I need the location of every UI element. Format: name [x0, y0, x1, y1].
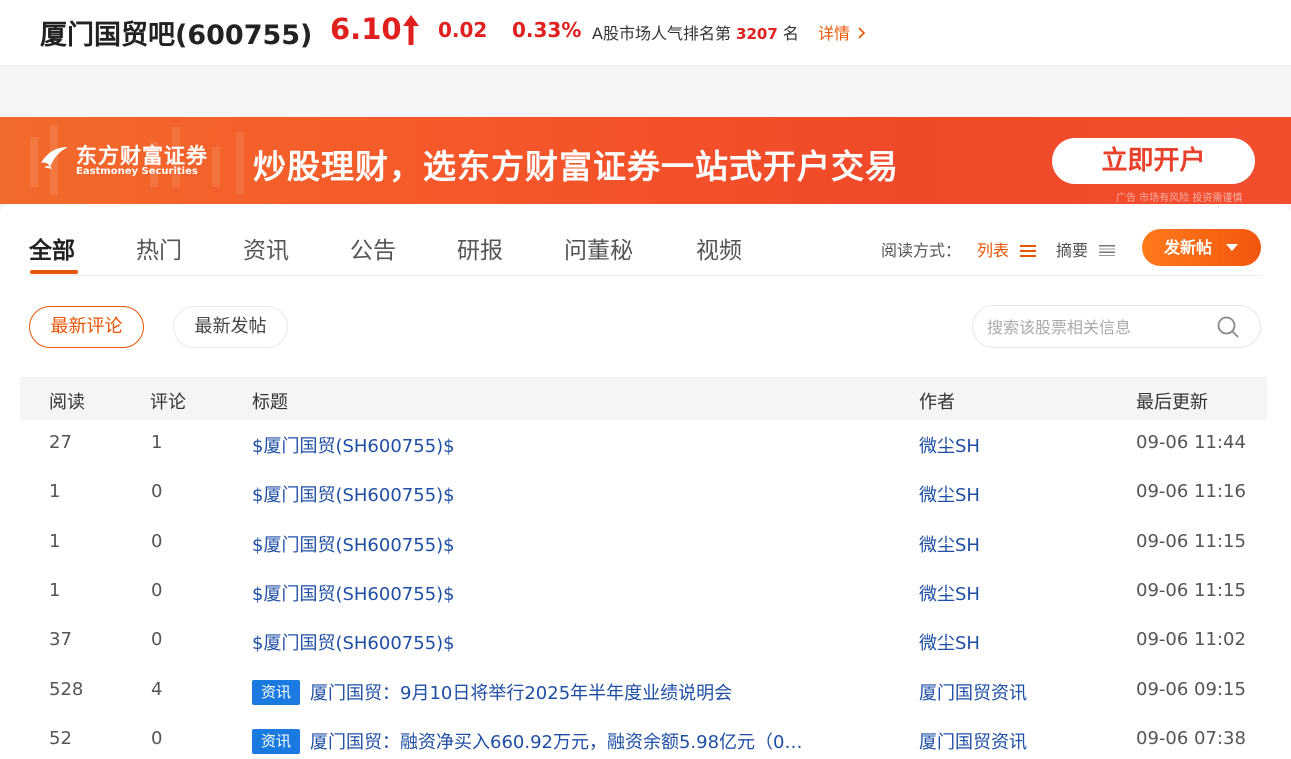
table-header: [20, 377, 1267, 420]
price-change-percent: 0.33%: [512, 18, 582, 42]
read-mode-list-label: 列表: [977, 241, 1010, 260]
popularity-rank: A股市场人气排名第 3207 名: [592, 20, 799, 44]
column-header-comments: 评论: [150, 392, 186, 413]
column-header-title: 标题: [252, 392, 288, 413]
cell-reads: 27: [49, 432, 72, 453]
rank-suffix: 名: [782, 24, 799, 43]
price-change: 0.02: [438, 18, 488, 42]
cell-author-link[interactable]: 微尘SH: [919, 432, 980, 458]
stock-search-box: [972, 305, 1261, 348]
cell-comments: 1: [151, 432, 163, 453]
post-title-link[interactable]: $厦门国贸(SH600755)$: [252, 481, 455, 507]
news-tag-badge: 资讯: [252, 729, 300, 754]
post-title-link[interactable]: $厦门国贸(SH600755)$: [252, 432, 455, 458]
tab-research[interactable]: 研报: [457, 231, 503, 265]
cell-comments: 0: [151, 728, 163, 749]
cell-author-link[interactable]: 厦门国贸资讯: [919, 728, 1027, 754]
cell-author-link[interactable]: 厦门国贸资讯: [919, 679, 1027, 705]
ad-disclaimer: 广告 市场有风险 投资需谨慎: [1116, 193, 1243, 204]
column-header-updated: 最后更新: [1136, 392, 1208, 413]
post-title-text: 厦门国贸：9月10日将举行2025年半年度业绩说明会: [310, 683, 733, 704]
cell-updated-time: 09-06 11:15: [1136, 531, 1246, 552]
list-icon: [1020, 245, 1037, 257]
open-account-button[interactable]: 立即开户: [1052, 138, 1255, 184]
read-mode-label: 阅读方式：: [881, 241, 962, 260]
cell-author-link[interactable]: 微尘SH: [919, 531, 980, 557]
cell-reads: 37: [49, 629, 72, 650]
chevron-right-icon: [858, 27, 866, 39]
filter-latest-post[interactable]: 最新发帖: [173, 306, 288, 348]
cell-updated-time: 09-06 11:15: [1136, 580, 1246, 601]
cell-reads: 528: [49, 679, 84, 700]
new-post-label: 发新帖: [1164, 238, 1213, 257]
cell-comments: 4: [151, 679, 163, 700]
post-title-text: $厦门国贸(SH600755)$: [252, 633, 455, 654]
post-title-link[interactable]: $厦门国贸(SH600755)$: [252, 531, 455, 557]
rank-value: 3207: [736, 25, 778, 43]
post-title-text: $厦门国贸(SH600755)$: [252, 535, 455, 556]
summary-icon: [1099, 245, 1116, 256]
logo-name-en: Eastmoney Securities: [76, 166, 198, 177]
post-title-link[interactable]: 资讯 厦门国贸：融资净买入660.92万元，融资余额5.98亿元（0…: [252, 728, 803, 754]
cell-reads: 1: [49, 531, 61, 552]
ad-slogan: 炒股理财，选东方财富证券一站式开户交易: [253, 147, 899, 186]
cell-updated-time: 09-06 07:38: [1136, 728, 1246, 749]
active-tab-indicator: [30, 270, 78, 274]
detail-link-label: 详情: [818, 24, 851, 43]
table-row: [20, 519, 1267, 568]
news-tag-badge: 资讯: [252, 680, 300, 705]
cell-comments: 0: [151, 580, 163, 601]
caret-down-icon: [1226, 244, 1238, 251]
cell-author-link[interactable]: 微尘SH: [919, 629, 980, 655]
rank-detail-link[interactable]: 详情: [818, 20, 866, 44]
rank-prefix: A股市场人气排名第: [592, 24, 731, 43]
read-mode-summary-button[interactable]: 摘要: [1056, 237, 1116, 261]
tab-announcements[interactable]: 公告: [350, 231, 396, 265]
cell-updated-time: 09-06 11:44: [1136, 432, 1246, 453]
cell-updated-time: 09-06 11:16: [1136, 481, 1246, 502]
table-row: [20, 469, 1267, 518]
cell-comments: 0: [151, 531, 163, 552]
read-mode-list-button[interactable]: 列表: [977, 237, 1037, 261]
post-title-link[interactable]: 资讯 厦门国贸：9月10日将举行2025年半年度业绩说明会: [252, 679, 732, 705]
cell-updated-time: 09-06 09:15: [1136, 679, 1246, 700]
stock-price: 6.10: [330, 12, 402, 46]
eastmoney-logo-icon: [41, 147, 68, 169]
tab-news[interactable]: 资讯: [243, 231, 289, 265]
search-icon[interactable]: [1216, 315, 1240, 339]
post-title-text: 厦门国贸：融资净买入660.92万元，融资余额5.98亿元（0…: [310, 732, 803, 753]
tab-video[interactable]: 视频: [696, 231, 742, 265]
post-title-text: $厦门国贸(SH600755)$: [252, 584, 455, 605]
post-title-text: $厦门国贸(SH600755)$: [252, 485, 455, 506]
tab-all[interactable]: 全部: [29, 231, 75, 265]
column-header-author: 作者: [919, 392, 955, 413]
cell-reads: 1: [49, 580, 61, 601]
tabs-divider: [28, 275, 1262, 276]
tab-hot[interactable]: 热门: [136, 231, 182, 265]
new-post-button[interactable]: 发新帖: [1142, 229, 1261, 266]
cell-author-link[interactable]: 微尘SH: [919, 481, 980, 507]
cell-comments: 0: [151, 481, 163, 502]
post-title-text: $厦门国贸(SH600755)$: [252, 436, 455, 457]
stock-title[interactable]: 厦门国贸吧(600755): [40, 13, 312, 52]
search-input[interactable]: [987, 316, 1207, 338]
post-title-link[interactable]: $厦门国贸(SH600755)$: [252, 580, 455, 606]
table-row: [20, 568, 1267, 617]
cell-reads: 1: [49, 481, 61, 502]
post-title-link[interactable]: $厦门国贸(SH600755)$: [252, 629, 455, 655]
table-row: [20, 420, 1267, 469]
cell-author-link[interactable]: 微尘SH: [919, 580, 980, 606]
cell-reads: 52: [49, 728, 72, 749]
cell-updated-time: 09-06 11:02: [1136, 629, 1246, 650]
filter-latest-comment[interactable]: 最新评论: [29, 306, 144, 348]
cell-comments: 0: [151, 629, 163, 650]
table-row: [20, 617, 1267, 666]
tab-ask-secretary[interactable]: 问董秘: [564, 231, 633, 265]
read-mode-summary-label: 摘要: [1056, 241, 1089, 260]
column-header-reads: 阅读: [49, 392, 85, 413]
arrow-up-icon: [403, 15, 419, 45]
